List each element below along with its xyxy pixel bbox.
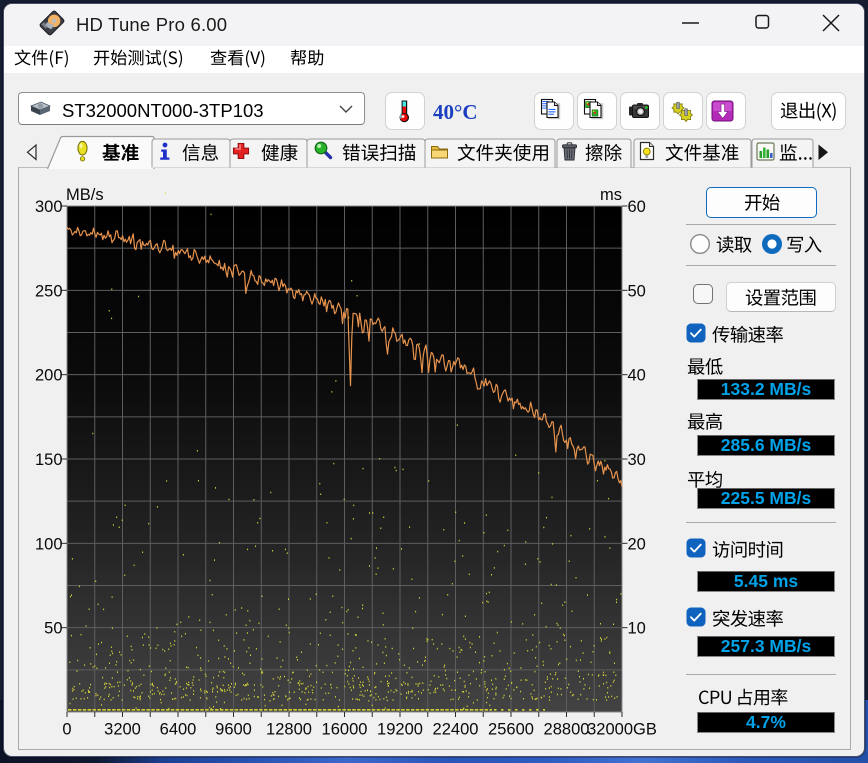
svg-text:32000GB: 32000GB (587, 721, 657, 739)
svg-text:300: 300 (35, 198, 63, 216)
svg-text:50: 50 (44, 620, 62, 638)
svg-text:40: 40 (628, 367, 646, 385)
svg-text:22400: 22400 (433, 721, 479, 739)
svg-text:3200: 3200 (104, 721, 141, 739)
svg-text:100: 100 (35, 535, 63, 553)
svg-text:25600: 25600 (488, 721, 534, 739)
svg-text:19200: 19200 (377, 721, 423, 739)
svg-text:6400: 6400 (160, 721, 197, 739)
svg-text:MB/s: MB/s (66, 186, 104, 204)
svg-text:9600: 9600 (215, 721, 252, 739)
svg-text:60: 60 (628, 198, 646, 216)
svg-text:28800: 28800 (544, 721, 590, 739)
svg-text:50: 50 (628, 282, 646, 300)
svg-text:250: 250 (35, 282, 63, 300)
svg-text:20: 20 (628, 535, 646, 553)
svg-text:ms: ms (600, 186, 622, 204)
svg-text:0: 0 (62, 721, 71, 739)
svg-text:200: 200 (35, 367, 63, 385)
svg-text:150: 150 (35, 451, 63, 469)
svg-text:16000: 16000 (322, 721, 368, 739)
svg-text:12800: 12800 (266, 721, 312, 739)
svg-text:30: 30 (628, 451, 646, 469)
svg-text:10: 10 (628, 620, 646, 638)
